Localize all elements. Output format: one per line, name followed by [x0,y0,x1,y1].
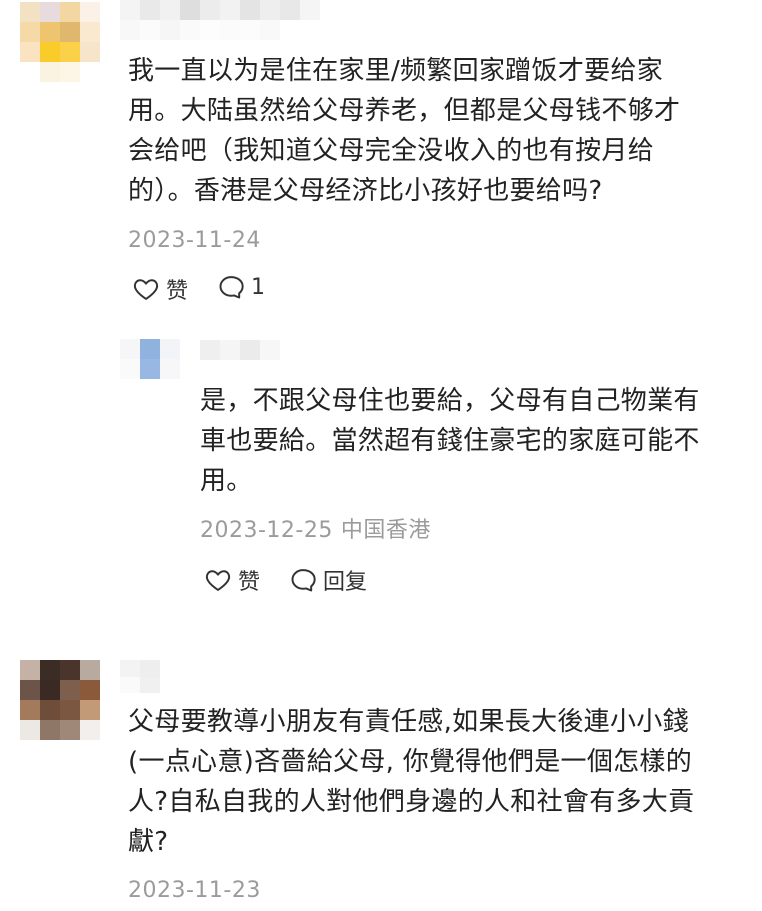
comment-line: 会给吧（我知道父母完全没收入的也有按月给 [128,136,655,166]
comment-line: 人?自私自我的人對他們身邊的人和社會有多大貢 [128,787,695,817]
comment-line: 獻? [128,827,169,857]
comment-line: 父母要教導小朋友有責任感,如果長大後連小小錢 [128,707,689,737]
comment-meta: 2023-12-25 中国香港 [200,517,431,545]
comment-line: 的）。香港是父母经济比小孩好也要给吗? [128,176,603,206]
comment-body: 我一直以为是住在家里/频繁回家蹭饭才要给家 用。大陆虽然给父母养老，但都是父母钱… [128,51,748,211]
reply-count: 1 [251,274,265,300]
username[interactable] [120,660,160,693]
reply-body: 是，不跟父母住也要給，父母有自己物業有 車也要給。當然超有錢住豪宅的家庭可能不 … [200,381,745,501]
reply-button[interactable]: 1 [217,273,265,301]
like-button[interactable]: 赞 [132,273,188,305]
avatar[interactable] [20,660,100,740]
comment-date: 2023-11-23 [128,878,261,903]
comment-line: 用。大陆虽然给父母养老，但都是父母钱不够才 [128,96,681,126]
comment-body: 父母要教導小朋友有責任感,如果長大後連小小錢 (一点心意)吝嗇給父母, 你覺得他… [128,702,753,862]
comment-line: 用。 [200,466,253,496]
username[interactable] [120,0,320,40]
avatar[interactable] [120,339,180,379]
comment-line: 是，不跟父母住也要給，父母有自己物業有 [200,386,700,416]
comment-location: 中国香港 [340,518,431,543]
comment-date: 2023-11-24 [128,228,261,253]
like-label: 赞 [238,570,261,595]
heart-icon [132,275,160,303]
heart-icon [204,566,232,594]
comment-bubble-icon [217,273,245,301]
like-button[interactable]: 赞 [204,564,260,596]
comment-line: 車也要給。當然超有錢住豪宅的家庭可能不 [200,426,700,456]
comment-line: 我一直以为是住在家里/频繁回家蹭饭才要给家 [128,56,664,86]
comment-line: (一点心意)吝嗇給父母, 你覺得他們是一個怎樣的 [128,747,693,777]
reply-label: 回复 [323,570,368,595]
avatar[interactable] [20,2,100,82]
comment-date: 2023-12-25 [200,518,333,543]
like-label: 赞 [166,279,189,304]
comment-bubble-icon [289,566,317,594]
username[interactable] [200,340,280,360]
reply-button[interactable]: 回复 [289,564,367,596]
